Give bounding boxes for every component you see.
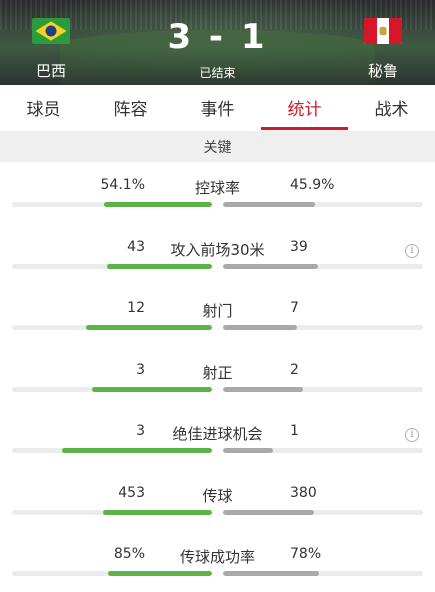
tab-events[interactable]: 事件 xyxy=(174,85,261,130)
stat-away-bar xyxy=(223,509,315,515)
stat-away-bar-track xyxy=(223,571,423,576)
stat-away-bar xyxy=(223,448,273,453)
stat-row: 85% 传球成功率 78% xyxy=(0,546,435,592)
stat-row: 43 攻入前场30米 39 i xyxy=(0,239,435,301)
stat-home-bar xyxy=(103,509,212,515)
stat-label: 传球成功率 xyxy=(179,548,255,566)
stat-label: 绝佳进球机会 xyxy=(172,425,263,443)
stat-row: 453 传球 380 xyxy=(0,485,435,547)
stat-away-bar xyxy=(223,263,319,269)
stat-label: 控球率 xyxy=(194,179,240,197)
stat-home-bar-track xyxy=(12,386,212,392)
stat-away-bar xyxy=(223,325,297,330)
tab-tactics[interactable]: 战术 xyxy=(348,85,435,130)
stat-away-bar xyxy=(223,386,303,392)
stat-home-bar-track xyxy=(12,509,212,515)
stat-label: 射门 xyxy=(202,302,233,320)
tab-players[interactable]: 球员 xyxy=(0,85,87,130)
info-icon[interactable]: i xyxy=(405,243,419,258)
stat-away-value: 45.9% xyxy=(290,177,335,193)
stat-away-value: 78% xyxy=(290,546,322,562)
stat-label: 射正 xyxy=(202,363,233,382)
stat-home-bar xyxy=(107,263,212,269)
stat-row: 3 绝佳进球机会 1 i xyxy=(0,423,435,485)
peru-flag-icon xyxy=(364,18,402,44)
match-tabs: 球员 阵容 事件 统计 战术 xyxy=(0,85,435,130)
stat-away-bar-track xyxy=(223,202,423,207)
stat-row: 54.1% 控球率 45.9% xyxy=(0,177,435,239)
stat-row: 3 射正 2 xyxy=(0,362,435,424)
stat-home-bar-track xyxy=(12,202,212,207)
info-icon[interactable]: i xyxy=(405,428,419,442)
stat-home-bar xyxy=(107,571,212,576)
stat-away-bar-track xyxy=(223,448,423,453)
stat-home-bar xyxy=(92,386,212,392)
tab-lineup[interactable]: 阵容 xyxy=(87,85,174,130)
stat-row: 12 射门 7 xyxy=(0,300,435,362)
stat-away-bar-track xyxy=(223,509,423,515)
stat-away-bar-track xyxy=(223,325,423,330)
stat-away-bar xyxy=(223,571,319,576)
stat-home-bar-track xyxy=(12,263,212,269)
stat-home-bar-track xyxy=(12,571,212,576)
stat-home-bar xyxy=(62,448,212,453)
stat-label: 攻入前场30米 xyxy=(170,240,265,259)
stat-away-value: 7 xyxy=(290,300,299,316)
stat-home-bar-track xyxy=(12,325,212,330)
stat-home-bar-track xyxy=(12,448,212,453)
away-team-name[interactable]: 秘鲁 xyxy=(353,60,413,81)
stat-home-bar xyxy=(103,202,212,207)
stat-away-value: 39 xyxy=(290,238,308,255)
match-header: 巴西 3 - 1 已结束 秘鲁 xyxy=(0,0,435,85)
stat-label: 传球 xyxy=(202,486,233,505)
stat-home-bar xyxy=(85,325,212,330)
stat-away-value: 1 xyxy=(290,423,299,439)
stat-away-bar-track xyxy=(223,263,423,269)
stat-away-bar-track xyxy=(223,386,423,392)
stat-away-bar xyxy=(223,202,315,207)
tab-stats[interactable]: 统计 xyxy=(261,85,348,130)
stat-away-value: 2 xyxy=(290,361,299,378)
section-header-key: 关键 xyxy=(0,131,435,162)
stat-away-value: 380 xyxy=(290,484,317,501)
